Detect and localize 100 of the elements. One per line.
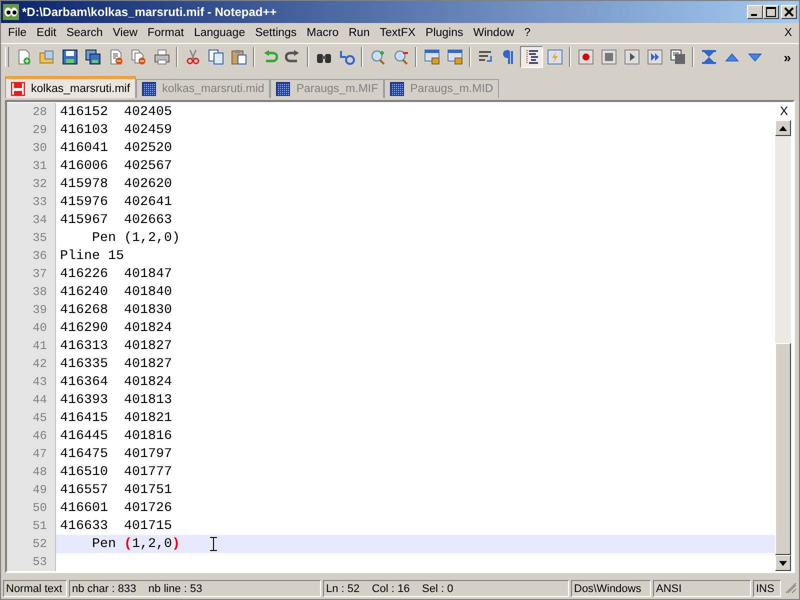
- record-icon: [578, 49, 594, 65]
- line-number: 39: [7, 301, 56, 319]
- vertical-scrollbar[interactable]: [775, 120, 791, 571]
- line-number: 29: [7, 121, 56, 139]
- line-number: 32: [7, 175, 56, 193]
- replace-icon: [338, 49, 354, 65]
- line-number: 46: [7, 427, 56, 445]
- menu-item[interactable]: TextFX: [374, 27, 421, 39]
- undo-icon: [262, 49, 278, 65]
- close-document-button[interactable]: X: [779, 27, 797, 39]
- line-number: 51: [7, 517, 56, 535]
- indent-guide-icon: [524, 49, 540, 65]
- status-field: nb char : 833 nb line : 53: [69, 580, 321, 596]
- menu-item[interactable]: Run: [344, 27, 375, 39]
- paste-icon: [230, 49, 246, 65]
- zoom-in-icon: [370, 49, 386, 65]
- save-icon: [62, 49, 78, 65]
- file-icon: [276, 82, 290, 96]
- copy-icon: [208, 49, 224, 65]
- line-number: 44: [7, 391, 56, 409]
- scissors-icon: [184, 49, 200, 65]
- code-line: 416041 402520: [60, 140, 172, 156]
- text-cursor-icon: [210, 537, 217, 551]
- line-number: 30: [7, 139, 56, 157]
- line-number: 53: [7, 553, 56, 571]
- code-line: 415976 402641: [60, 194, 172, 210]
- code-line: 416445 401816: [60, 428, 172, 444]
- code-line: 415978 402620: [60, 176, 172, 192]
- close-all-files-icon: [130, 49, 146, 65]
- line-number: 40: [7, 319, 56, 337]
- minimize-button[interactable]: [747, 5, 763, 19]
- code-line: Pen (1,2,0): [90, 536, 180, 552]
- menu-item[interactable]: Plugins: [420, 27, 468, 39]
- close-tab-button[interactable]: X: [775, 102, 793, 120]
- code-line: 415967 402663: [60, 212, 172, 228]
- menu-item[interactable]: Format: [142, 27, 189, 39]
- close-button[interactable]: [781, 5, 797, 19]
- status-field: Dos\Windows: [571, 580, 651, 596]
- menu-item[interactable]: Language: [188, 27, 250, 39]
- code-line: 416290 401824: [60, 320, 172, 336]
- menu-item[interactable]: Settings: [250, 27, 302, 39]
- line-number: 38: [7, 283, 56, 301]
- file-icon: [142, 82, 156, 96]
- open-folder-icon: [38, 49, 54, 65]
- code-line: 416152 402405: [60, 104, 172, 120]
- play-icon: [624, 49, 640, 65]
- code-line: 416510 401777: [60, 464, 172, 480]
- save-icon: [11, 82, 25, 96]
- menu-item[interactable]: Edit: [32, 27, 62, 39]
- maximize-icon: [766, 7, 776, 17]
- scroll-up-button[interactable]: [775, 120, 791, 136]
- menu-item[interactable]: Window: [468, 27, 520, 39]
- code-line: 416415 401821: [60, 410, 172, 426]
- menu-item[interactable]: File: [3, 27, 32, 39]
- scrollbar-thumb[interactable]: [775, 343, 791, 555]
- windows-icon: [670, 49, 686, 65]
- minimize-icon: [751, 14, 757, 16]
- toolbar-overflow-button[interactable]: »: [780, 50, 795, 64]
- menu-item[interactable]: View: [108, 27, 143, 39]
- maximize-button[interactable]: [763, 5, 779, 19]
- up-arrow-icon: [779, 126, 787, 130]
- new-file-icon: [16, 49, 32, 65]
- file-icon: [390, 82, 404, 96]
- line-number: 48: [7, 463, 56, 481]
- word-wrap-icon: [478, 49, 494, 65]
- document-tab[interactable]: kolkas_marsruti.mif: [5, 76, 136, 98]
- status-field: Ln : 52 Col : 16 Sel : 0: [323, 580, 569, 596]
- line-number: 52: [7, 535, 56, 553]
- save-all-icon: [84, 49, 100, 65]
- scroll-down-button[interactable]: [775, 555, 791, 571]
- collapse-icon: [700, 49, 716, 65]
- menu-item[interactable]: Macro: [302, 27, 344, 39]
- close-file-icon: [108, 49, 124, 65]
- status-field: Normal text: [3, 580, 67, 596]
- code-line: 416313 401827: [60, 338, 172, 354]
- resize-grip-icon: [785, 582, 797, 594]
- line-number: 31: [7, 157, 56, 175]
- menu-item[interactable]: ?: [519, 27, 536, 39]
- toolbar-button[interactable]: [520, 46, 543, 68]
- close-icon: [784, 7, 794, 17]
- line-number: 37: [7, 265, 56, 283]
- window-lock-icon: [446, 49, 462, 65]
- down-arrow-icon: [779, 560, 787, 566]
- line-number: 42: [7, 355, 56, 373]
- menu-item[interactable]: Search: [61, 27, 108, 39]
- printer-icon: [154, 49, 170, 65]
- line-number: 28: [7, 103, 56, 121]
- code-line: 416557 401751: [60, 482, 172, 498]
- line-number: 47: [7, 445, 56, 463]
- line-number: 50: [7, 499, 56, 517]
- line-number: 35: [7, 229, 56, 247]
- code-line: 416364 401824: [60, 374, 172, 390]
- redo-icon: [284, 49, 300, 65]
- code-line: 416601 401726: [60, 500, 172, 516]
- code-line: 416268 401830: [60, 302, 172, 318]
- code-line: Pline 15: [60, 248, 124, 264]
- line-number: 36: [7, 247, 56, 265]
- line-number: 34: [7, 211, 56, 229]
- code-line: 416393 401813: [60, 392, 172, 408]
- app-icon: [3, 4, 19, 20]
